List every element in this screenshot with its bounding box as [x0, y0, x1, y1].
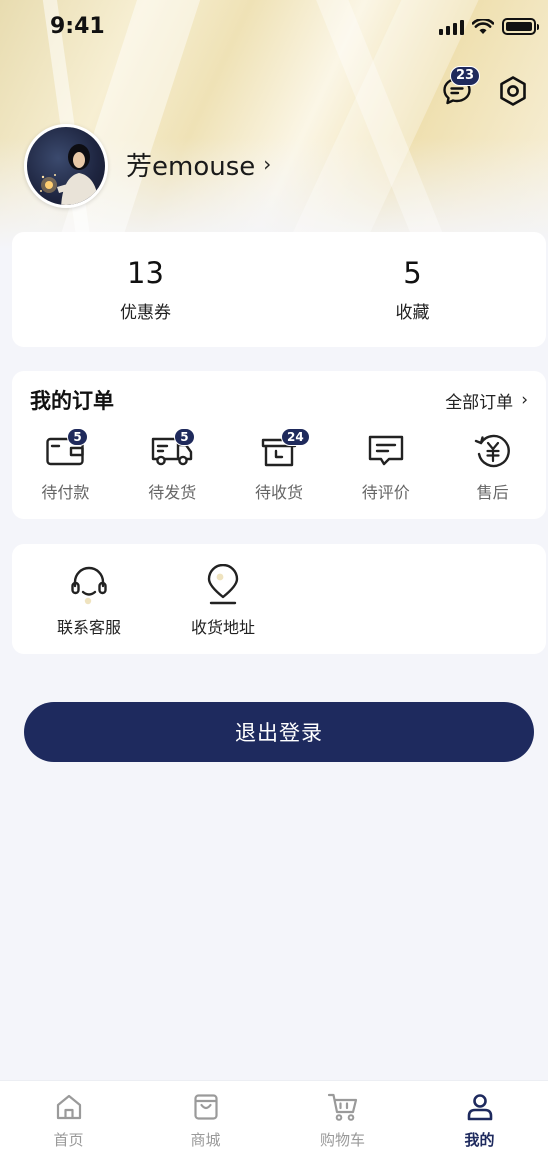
headset-icon — [71, 566, 107, 605]
avatar-photo — [40, 144, 99, 205]
order-pending-review[interactable]: 待评价 — [332, 431, 439, 503]
orders-card: 我的订单 全部订单 › 5 待付款 5 待发货 24 待收货 待评价 售后 — [12, 371, 546, 519]
message-count-badge: 23 — [450, 66, 481, 86]
avatar[interactable] — [24, 124, 108, 208]
order-label: 售后 — [476, 483, 509, 502]
order-count-badge: 24 — [280, 428, 310, 446]
profile-chevron-right-icon: › — [263, 152, 272, 176]
contact-service[interactable]: 联系客服 — [22, 564, 156, 638]
chevron-right-icon: › — [521, 390, 528, 410]
status-bar: 9:41 — [0, 0, 548, 56]
tab-label: 我的 — [464, 1131, 495, 1149]
cellular-signal-icon — [439, 19, 464, 35]
order-count-badge: 5 — [67, 428, 88, 446]
comment-icon — [368, 435, 403, 466]
battery-icon — [502, 18, 539, 35]
user-icon — [467, 1094, 492, 1121]
all-orders-label: 全部订单 — [445, 392, 514, 413]
after-sales-icon — [474, 434, 510, 468]
settings-button[interactable] — [496, 74, 530, 108]
all-orders-link[interactable]: 全部订单 › — [445, 388, 528, 413]
home-icon — [56, 1094, 81, 1120]
services-card: 联系客服 收货地址 — [12, 544, 546, 654]
location-pin-icon — [207, 564, 239, 605]
stat-label: 优惠券 — [120, 303, 171, 323]
profile-section[interactable]: 芳emouse › — [24, 124, 271, 208]
stat-value: 13 — [127, 256, 164, 290]
stats-card: 13 优惠券 5 收藏 — [12, 232, 546, 347]
message-button[interactable]: 23 — [440, 66, 481, 108]
logout-button[interactable]: 退出登录 — [24, 702, 534, 762]
stat-value: 5 — [403, 256, 422, 290]
tab-label: 首页 — [53, 1131, 84, 1149]
service-label: 收货地址 — [190, 618, 255, 637]
settings-hexagon-icon — [500, 76, 526, 106]
order-label: 待发货 — [148, 483, 197, 502]
tab-cart[interactable]: 购物车 — [274, 1081, 411, 1156]
wifi-icon — [472, 18, 494, 34]
order-pending-payment[interactable]: 5 待付款 — [12, 428, 119, 503]
tab-label: 商城 — [190, 1131, 221, 1149]
stat-coupons[interactable]: 13 优惠券 — [12, 232, 279, 347]
service-label: 联系客服 — [56, 618, 121, 637]
order-pending-receipt[interactable]: 24 待收货 — [226, 428, 333, 503]
shipping-address[interactable]: 收货地址 — [156, 564, 290, 638]
order-after-sales[interactable]: 售后 — [439, 431, 546, 503]
bottom-tab-bar: 首页 商城 购物车 我的 — [0, 1080, 548, 1156]
cart-icon — [327, 1093, 357, 1121]
tab-mine[interactable]: 我的 — [411, 1081, 548, 1156]
order-pending-shipment[interactable]: 5 待发货 — [119, 428, 226, 503]
order-label: 待付款 — [41, 483, 90, 502]
order-label: 待评价 — [361, 483, 410, 502]
order-label: 待收货 — [254, 483, 303, 502]
stat-favorites[interactable]: 5 收藏 — [279, 232, 546, 347]
username: 芳emouse — [126, 151, 256, 182]
orders-title: 我的订单 — [30, 389, 114, 413]
order-count-badge: 5 — [174, 428, 195, 446]
status-time: 9:41 — [50, 14, 105, 39]
tab-mall[interactable]: 商城 — [137, 1081, 274, 1156]
shopping-bag-icon — [193, 1094, 218, 1120]
tab-label: 购物车 — [319, 1131, 365, 1149]
stat-label: 收藏 — [395, 303, 430, 323]
tab-home[interactable]: 首页 — [0, 1081, 137, 1156]
